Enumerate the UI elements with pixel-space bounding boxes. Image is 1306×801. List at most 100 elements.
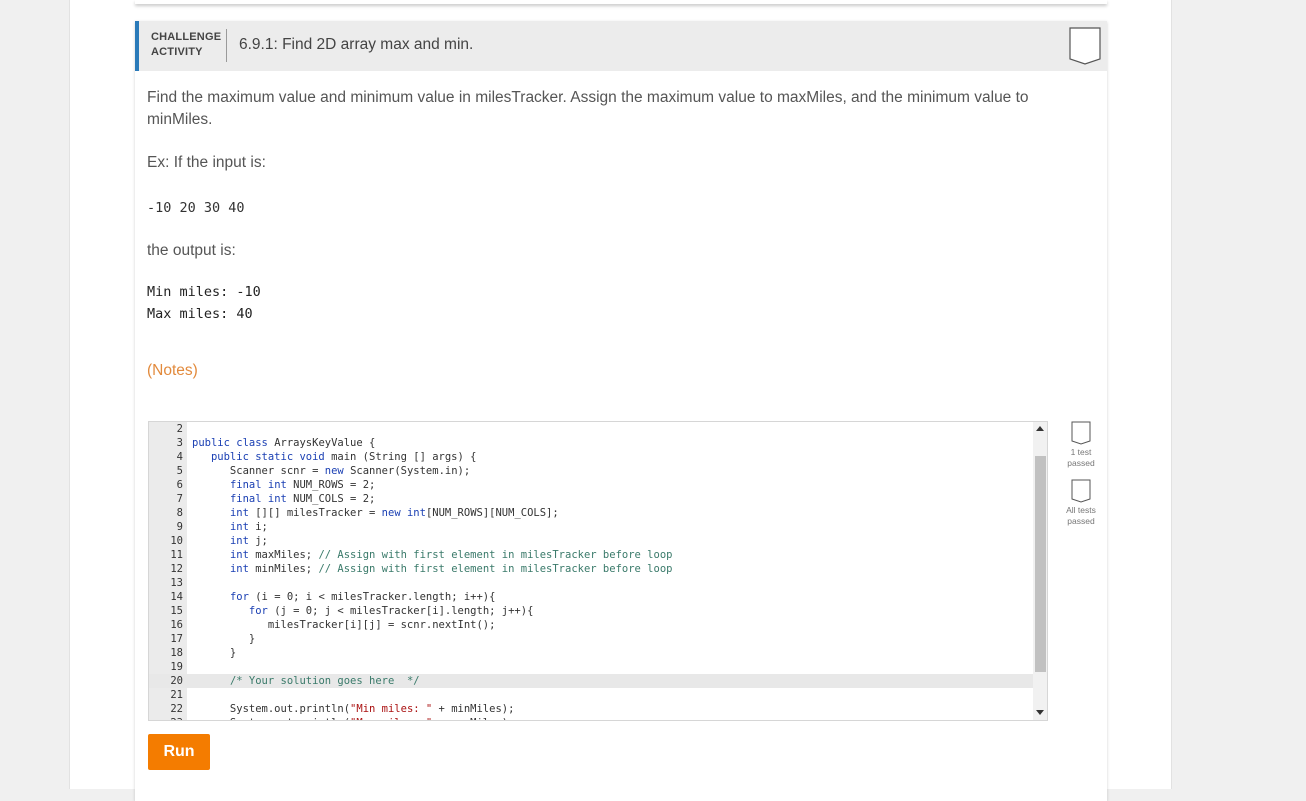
code-line[interactable]: 9 int i; — [149, 520, 1033, 534]
line-number: 4 — [176, 451, 183, 463]
code-text[interactable]: public class ArraysKeyValue { — [192, 436, 375, 450]
code-token: // Assign with first element in milesTra… — [318, 549, 673, 561]
code-token: int — [229, 521, 256, 533]
code-token: int — [229, 535, 256, 547]
code-line[interactable]: 4 public static void main (String [] arg… — [149, 450, 1033, 464]
run-button[interactable]: Run — [148, 734, 210, 770]
sample-input: -10 20 30 40 — [147, 200, 245, 216]
code-text[interactable]: for (j = 0; j < milesTracker[i].length; … — [192, 604, 533, 618]
code-line[interactable]: 14 for (i = 0; i < milesTracker.length; … — [149, 590, 1033, 604]
line-number: 8 — [176, 507, 183, 519]
code-line[interactable]: 20 /* Your solution goes here */ — [149, 674, 1033, 688]
code-text[interactable]: System.out.println("Min miles: " + minMi… — [192, 702, 515, 716]
code-line[interactable]: 15 for (j = 0; j < milesTracker[i].lengt… — [149, 604, 1033, 618]
header-divider — [226, 29, 227, 62]
code-token: NUM_ROWS = 2; — [293, 479, 376, 491]
code-token: for — [248, 605, 275, 617]
code-token: new int — [381, 507, 426, 519]
code-line[interactable]: 11 int maxMiles; // Assign with first el… — [149, 548, 1033, 562]
code-line[interactable]: 12 int minMiles; // Assign with first el… — [149, 562, 1033, 576]
previous-activity-card — [135, 0, 1107, 4]
code-text[interactable]: int minMiles; // Assign with first eleme… — [192, 562, 673, 576]
line-number: 20 — [170, 675, 183, 687]
code-token: ArraysKeyValue { — [274, 437, 376, 449]
code-text[interactable]: int [][] milesTracker = new int[NUM_ROWS… — [192, 506, 559, 520]
code-line[interactable]: 17 } — [149, 632, 1033, 646]
code-token: Scanner scnr = — [192, 465, 325, 477]
code-text[interactable]: } — [192, 632, 255, 646]
code-text[interactable]: System.out.println("Max miles: " + maxMi… — [192, 716, 515, 720]
code-text[interactable]: public static void main (String [] args)… — [192, 450, 477, 464]
code-token: Scanner(System.in); — [350, 465, 471, 477]
code-text[interactable]: final int NUM_ROWS = 2; — [192, 478, 375, 492]
output-intro-text: the output is: — [147, 242, 236, 259]
code-token: // Assign with first element in milesTra… — [318, 563, 673, 575]
code-line[interactable]: 13 — [149, 576, 1033, 590]
code-line[interactable]: 8 int [][] milesTracker = new int[NUM_RO… — [149, 506, 1033, 520]
code-text[interactable]: int j; — [192, 534, 268, 548]
code-line[interactable]: 18 } — [149, 646, 1033, 660]
code-line[interactable]: 6 final int NUM_ROWS = 2; — [149, 478, 1033, 492]
code-token: i; — [255, 521, 268, 533]
line-number: 3 — [176, 437, 183, 449]
code-token: maxMiles; — [255, 549, 319, 561]
code-text[interactable]: int maxMiles; // Assign with first eleme… — [192, 548, 673, 562]
scroll-down-arrow-icon[interactable] — [1036, 710, 1044, 715]
line-number: 14 — [170, 591, 183, 603]
code-token: new — [324, 465, 351, 477]
line-number: 16 — [170, 619, 183, 631]
code-line[interactable]: 5 Scanner scnr = new Scanner(System.in); — [149, 464, 1033, 478]
code-line[interactable]: 3 public class ArraysKeyValue { — [149, 436, 1033, 450]
code-token: final int — [229, 493, 294, 505]
line-number: 19 — [170, 661, 183, 673]
sample-output: Min miles: -10 Max miles: 40 — [147, 284, 261, 322]
code-text[interactable]: milesTracker[i][j] = scnr.nextInt(); — [192, 618, 496, 632]
line-number: 5 — [176, 465, 183, 477]
code-token: milesTracker[i][j] = scnr.nextInt(); — [192, 619, 496, 631]
code-text[interactable]: for (i = 0; i < milesTracker.length; i++… — [192, 590, 496, 604]
code-text[interactable]: Scanner scnr = new Scanner(System.in); — [192, 464, 470, 478]
code-token: minMiles; — [255, 563, 319, 575]
code-token: j; — [255, 535, 268, 547]
code-token: + minMiles); — [432, 703, 515, 715]
scroll-up-arrow-icon[interactable] — [1036, 426, 1044, 431]
code-line[interactable]: 22 System.out.println("Min miles: " + mi… — [149, 702, 1033, 716]
code-line[interactable]: 2 — [149, 422, 1033, 436]
code-line[interactable]: 19 — [149, 660, 1033, 674]
code-editor[interactable]: 2 3 public class ArraysKeyValue {4 public … — [148, 421, 1048, 721]
code-token: int — [229, 563, 256, 575]
code-token: "Min miles: " — [350, 703, 433, 715]
editor-scrollbar[interactable] — [1033, 422, 1047, 720]
line-number: 23 — [149, 716, 183, 720]
code-line[interactable]: 7 final int NUM_COLS = 2; — [149, 492, 1033, 506]
instructions-text: Find the maximum value and minimum value… — [147, 89, 1029, 128]
line-number: 9 — [176, 521, 183, 533]
code-token: for — [229, 591, 256, 603]
line-number: 7 — [176, 493, 183, 505]
code-line[interactable]: 16 milesTracker[i][j] = scnr.nextInt(); — [149, 618, 1033, 632]
code-line[interactable]: 10 int j; — [149, 534, 1033, 548]
code-token: NUM_COLS = 2; — [293, 493, 376, 505]
notes-link[interactable]: (Notes) — [147, 362, 198, 380]
scrollbar-thumb[interactable] — [1035, 456, 1046, 672]
line-number: 18 — [170, 647, 183, 659]
code-token: (i = 0; i < milesTracker.length; i++){ — [255, 591, 496, 603]
code-text[interactable]: final int NUM_COLS = 2; — [192, 492, 375, 506]
line-number: 11 — [170, 549, 183, 561]
code-token: System.out.println( — [192, 703, 351, 715]
code-text[interactable]: /* Your solution goes here */ — [192, 674, 420, 688]
line-number: 13 — [170, 577, 183, 589]
code-line[interactable]: 21 — [149, 688, 1033, 702]
code-token: [NUM_ROWS][NUM_COLS]; — [425, 507, 559, 519]
code-text[interactable]: int i; — [192, 520, 268, 534]
activity-type-label: CHALLENGE ACTIVITY — [151, 31, 222, 58]
code-text[interactable]: } — [192, 646, 236, 660]
code-line[interactable]: 23 System.out.println("Max miles: " + ma… — [149, 716, 1033, 720]
code-token: int — [229, 549, 256, 561]
